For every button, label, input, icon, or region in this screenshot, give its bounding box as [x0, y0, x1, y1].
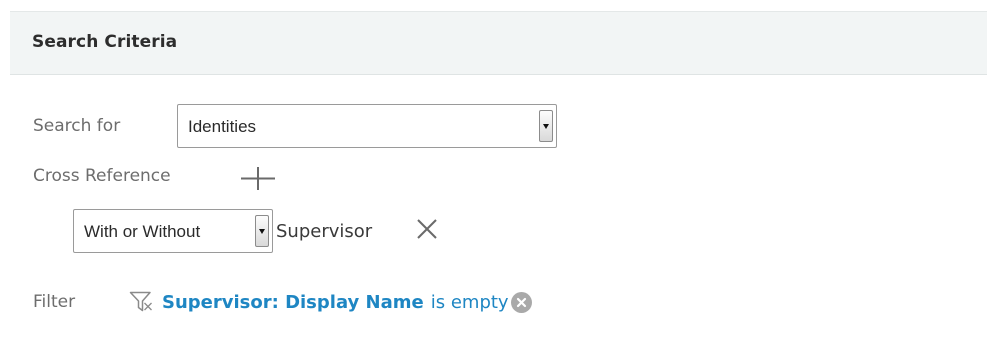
filter-field[interactable]: Supervisor: Display Name: [162, 292, 424, 313]
funnel-filter-icon: [129, 291, 152, 312]
cross-reference-label: Cross Reference: [33, 166, 171, 186]
search-for-select[interactable]: Identities: [177, 104, 557, 148]
add-cross-reference-button[interactable]: [239, 163, 277, 193]
chevron-down-icon: [259, 229, 265, 234]
panel-title: Search Criteria: [32, 32, 178, 52]
search-criteria-page: Search Criteria Search for Identities Cr…: [0, 0, 987, 354]
search-for-selected-value: Identities: [188, 117, 257, 136]
cross-reference-qualifier-select[interactable]: With or Without: [73, 209, 273, 253]
panel-header: Search Criteria: [10, 11, 987, 75]
cross-reference-qualifier-value: With or Without: [84, 222, 201, 241]
circle-x-icon: [516, 297, 526, 307]
remove-cross-reference-button[interactable]: [414, 216, 440, 242]
chevron-down-icon: [543, 124, 549, 129]
remove-filter-button[interactable]: [510, 291, 532, 313]
filter-label: Filter: [33, 292, 76, 312]
search-for-label: Search for: [33, 116, 121, 136]
plus-icon: [241, 167, 275, 190]
close-x-icon: [417, 219, 437, 239]
qualifier-dropdown-arrow[interactable]: [255, 215, 269, 247]
filter-operator[interactable]: is empty: [431, 292, 509, 313]
cross-reference-target: Supervisor: [276, 221, 373, 242]
search-for-dropdown-arrow[interactable]: [539, 110, 553, 142]
filter-chip[interactable]: Supervisor: Display Name is empty: [129, 287, 532, 317]
